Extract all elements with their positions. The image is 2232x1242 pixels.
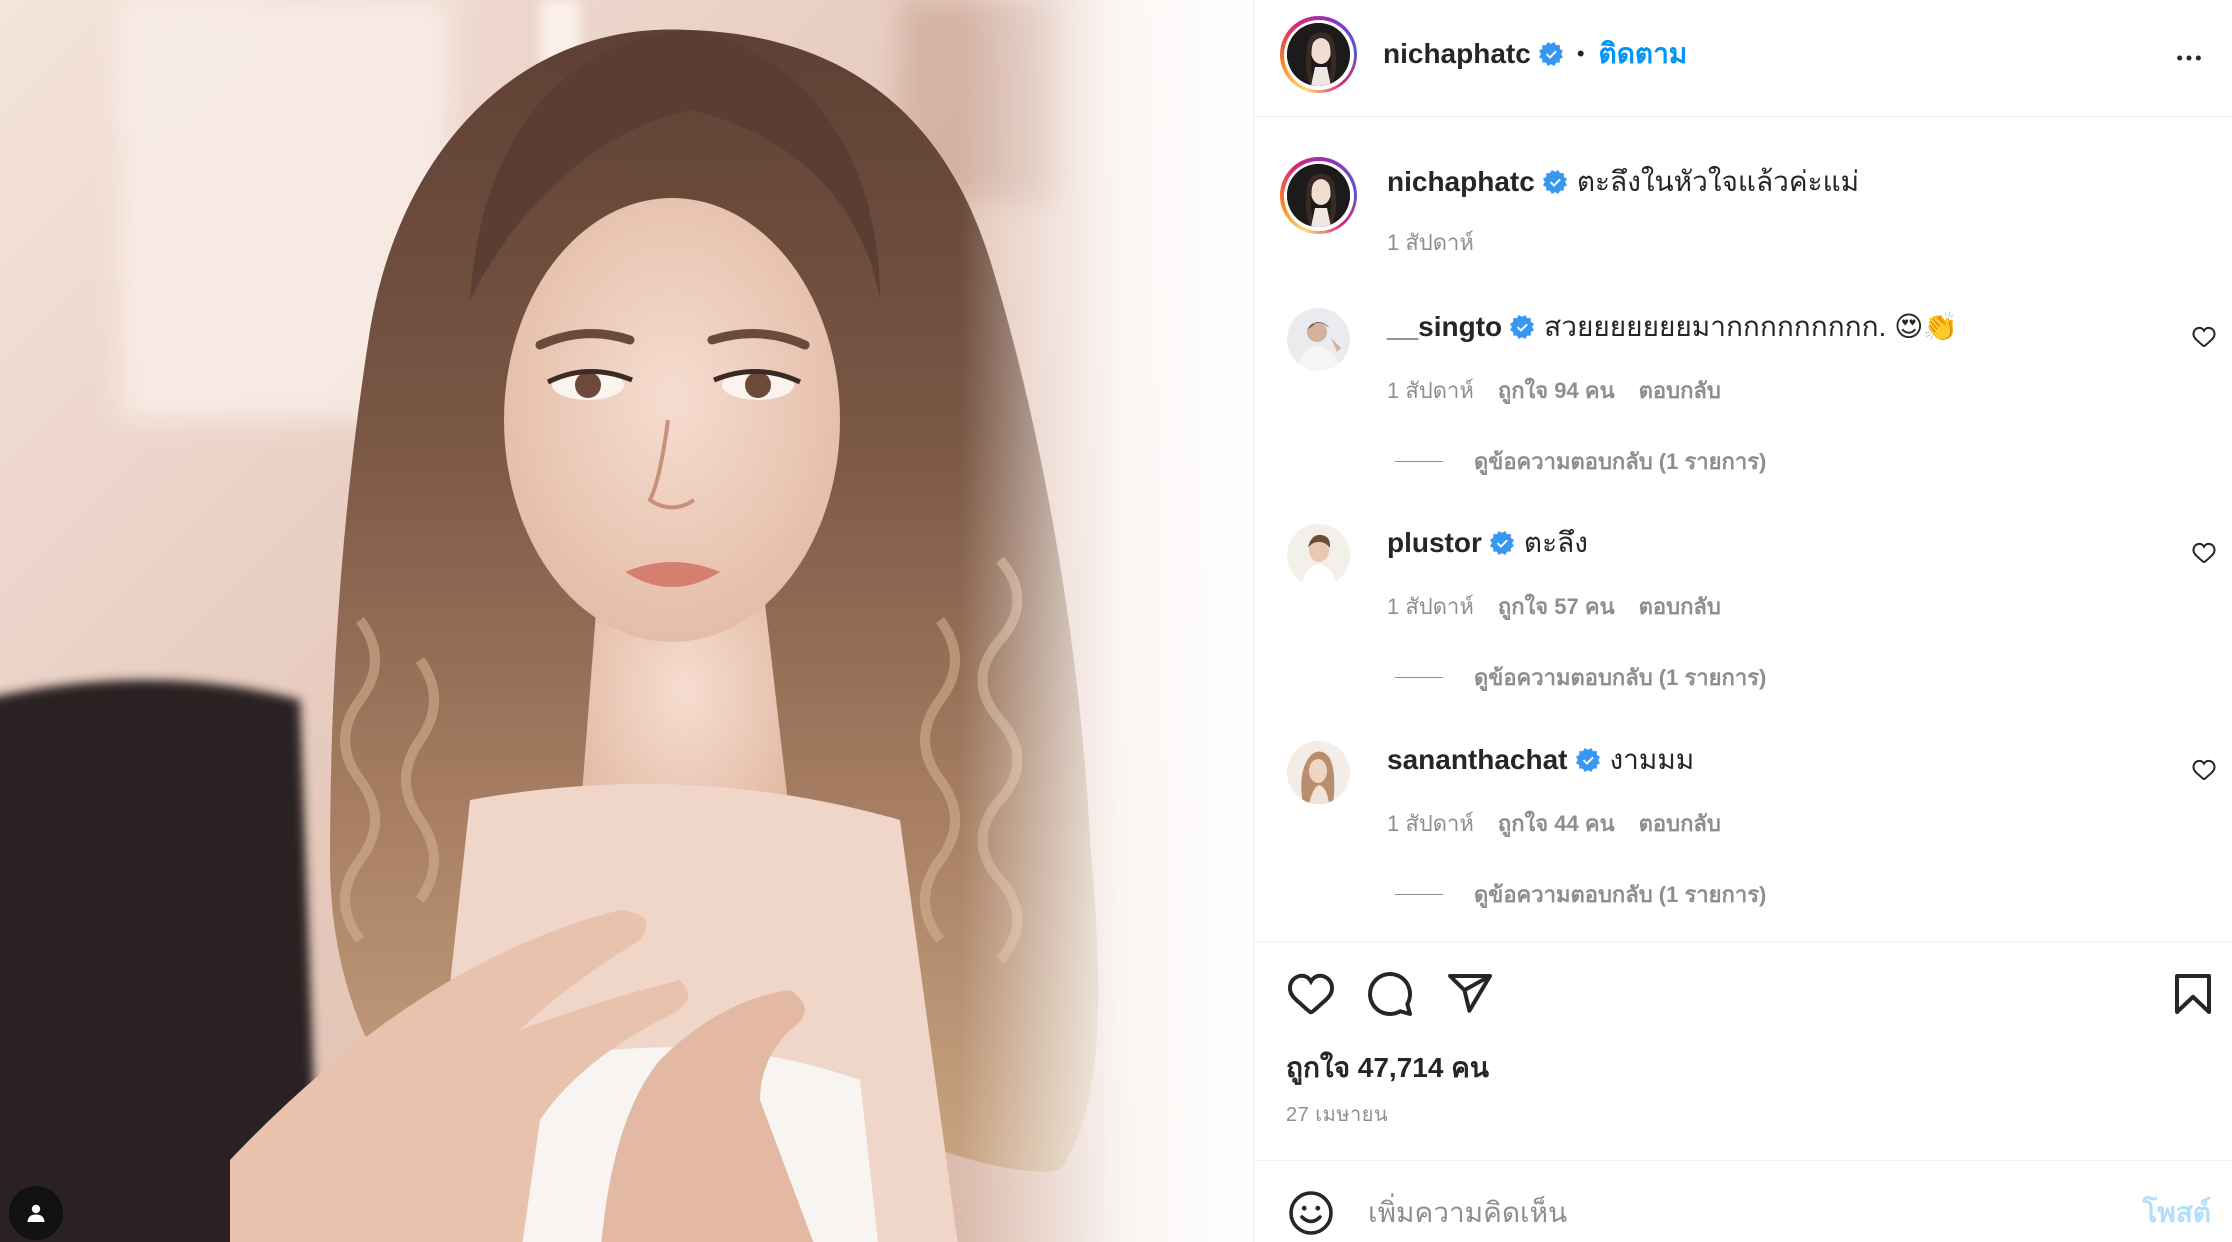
comment-avatar-image bbox=[1287, 741, 1350, 804]
view-replies-button[interactable]: ดูข้อความตอบกลับ (1 รายการ) bbox=[1395, 879, 1766, 909]
comment-likes[interactable]: ถูกใจ 94 คน bbox=[1498, 376, 1615, 406]
comment-meta: 1 สัปดาห์ ถูกใจ 94 คน ตอบกลับ bbox=[1387, 376, 1745, 406]
comment-avatar[interactable] bbox=[1287, 524, 1350, 587]
caption-author-avatar-image bbox=[1287, 164, 1350, 227]
comment-meta: 1 สัปดาห์ ถูกใจ 44 คน ตอบกลับ bbox=[1387, 809, 1745, 839]
view-replies-label: ดูข้อความตอบกลับ (1 รายการ) bbox=[1474, 881, 1767, 907]
comment-username[interactable]: sananthachat bbox=[1387, 742, 1568, 778]
view-replies-label: ดูข้อความตอบกลับ (1 รายการ) bbox=[1474, 664, 1767, 690]
view-replies-label: ดูข้อความตอบกลับ (1 รายการ) bbox=[1474, 448, 1767, 474]
caption-username[interactable]: nichaphatc bbox=[1387, 164, 1535, 200]
reply-button[interactable]: ตอบกลับ bbox=[1639, 376, 1721, 406]
comment-time[interactable]: 1 สัปดาห์ bbox=[1387, 809, 1474, 839]
section-divider bbox=[1254, 941, 2232, 942]
comment-likes[interactable]: ถูกใจ 57 คน bbox=[1498, 592, 1615, 622]
comment-text: งามมม bbox=[1609, 744, 1695, 775]
comment-avatar-image bbox=[1287, 308, 1350, 371]
caption-author-avatar[interactable] bbox=[1280, 157, 1357, 234]
user-tag-button[interactable] bbox=[9, 1186, 63, 1240]
verified-badge-icon bbox=[1489, 531, 1514, 555]
caption-time[interactable]: 1 สัปดาห์ bbox=[1387, 228, 1474, 258]
comment-time[interactable]: 1 สัปดาห์ bbox=[1387, 376, 1474, 406]
comment-like-heart-icon[interactable] bbox=[2192, 758, 2216, 782]
comment-username[interactable]: plustor bbox=[1387, 525, 1482, 561]
header-user-row: nichaphatc • ติดตาม bbox=[1383, 36, 1687, 72]
verified-badge-icon bbox=[1538, 42, 1563, 66]
comment-likes[interactable]: ถูกใจ 44 คน bbox=[1498, 809, 1615, 839]
comment-avatar[interactable] bbox=[1287, 308, 1350, 371]
comment-line: plustor ตะลึง bbox=[1387, 525, 1588, 561]
comment-like-heart-icon[interactable] bbox=[2192, 325, 2216, 349]
comment-avatar[interactable] bbox=[1287, 741, 1350, 804]
post-photo-image bbox=[0, 0, 1253, 1242]
comment-text: สวยยยยยยยมากกกกกกกกก. 😍👏 bbox=[1544, 311, 1959, 342]
view-replies-button[interactable]: ดูข้อความตอบกลับ (1 รายการ) bbox=[1395, 446, 1766, 476]
comment-item: __singto สวยยยยยยยมากกกกกกกกก. 😍👏 1 สัปด… bbox=[1254, 308, 2232, 488]
emoji-icon[interactable] bbox=[1287, 1189, 1335, 1237]
caption-line: nichaphatc ตะลึงในหัวใจแล้วค่ะแม่ bbox=[1387, 164, 1859, 200]
follow-button[interactable]: ติดตาม bbox=[1599, 36, 1688, 72]
post-photo[interactable] bbox=[0, 0, 1253, 1242]
replies-divider bbox=[1395, 676, 1443, 678]
comment-line: sananthachat งามมม bbox=[1387, 742, 1694, 778]
comment-icon[interactable] bbox=[1366, 970, 1414, 1018]
comment-avatar-image bbox=[1287, 524, 1350, 587]
verified-badge-icon bbox=[1510, 315, 1535, 339]
caption-text: ตะลึงในหัวใจแล้วค่ะแม่ bbox=[1576, 166, 1860, 197]
comment-item: plustor ตะลึง 1 สัปดาห์ ถูกใจ 57 คน ตอบก… bbox=[1254, 524, 2232, 704]
comment-line: __singto สวยยยยยยยมากกกกกกกกก. 😍👏 bbox=[1387, 309, 1958, 345]
comment-item: sananthachat งามมม 1 สัปดาห์ ถูกใจ 44 คน… bbox=[1254, 741, 2232, 921]
comment-meta: 1 สัปดาห์ ถูกใจ 57 คน ตอบกลับ bbox=[1387, 592, 1745, 622]
view-replies-button[interactable]: ดูข้อความตอบกลับ (1 รายการ) bbox=[1395, 662, 1766, 692]
reply-button[interactable]: ตอบกลับ bbox=[1639, 592, 1721, 622]
user-tag-icon bbox=[27, 1204, 45, 1222]
bookmark-icon[interactable] bbox=[2169, 970, 2217, 1018]
post-date[interactable]: 27 เมษายน bbox=[1286, 1102, 1388, 1128]
replies-divider bbox=[1395, 460, 1443, 462]
post-header: nichaphatc • ติดตาม bbox=[1254, 0, 2232, 117]
author-avatar[interactable] bbox=[1280, 16, 1357, 93]
reply-button[interactable]: ตอบกลับ bbox=[1639, 809, 1721, 839]
post-side-panel: nichaphatc • ติดตาม nichaphatc ตะลึงในหั… bbox=[1253, 0, 2232, 1242]
comment-input[interactable] bbox=[1368, 1193, 2068, 1233]
comment-username[interactable]: __singto bbox=[1387, 309, 1502, 345]
likes-count[interactable]: ถูกใจ 47,714 คน bbox=[1286, 1050, 1489, 1086]
post-comment-button[interactable]: โพสต์ bbox=[2142, 1193, 2211, 1233]
section-divider bbox=[1254, 1160, 2232, 1161]
post-caption: nichaphatc ตะลึงในหัวใจแล้วค่ะแม่ 1 สัปด… bbox=[1254, 157, 2232, 257]
header-username[interactable]: nichaphatc bbox=[1383, 36, 1531, 72]
replies-divider bbox=[1395, 893, 1443, 895]
share-icon[interactable] bbox=[1446, 970, 1494, 1018]
comment-text: ตะลึง bbox=[1523, 527, 1588, 558]
comment-time[interactable]: 1 สัปดาห์ bbox=[1387, 592, 1474, 622]
caption-meta: 1 สัปดาห์ bbox=[1387, 228, 1498, 258]
verified-badge-icon bbox=[1575, 748, 1600, 772]
comment-like-heart-icon[interactable] bbox=[2192, 541, 2216, 565]
more-options-icon[interactable] bbox=[2173, 42, 2205, 74]
header-separator: • bbox=[1576, 41, 1585, 66]
like-heart-icon[interactable] bbox=[1287, 970, 1335, 1018]
author-avatar-image bbox=[1287, 23, 1350, 86]
verified-badge-icon bbox=[1542, 170, 1567, 194]
